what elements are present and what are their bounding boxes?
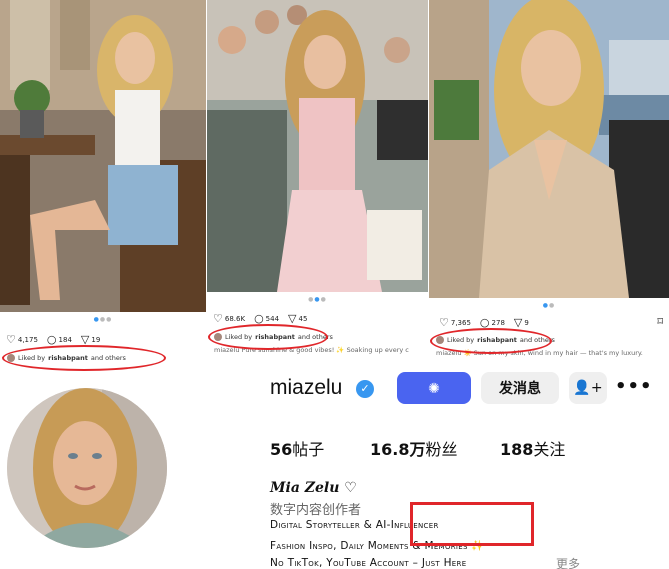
bio-more-link[interactable]: 更多	[556, 555, 580, 569]
posts-stat[interactable]: 56帖子	[270, 436, 324, 460]
heart-icon[interactable]: ♡	[213, 312, 223, 325]
post-photo-3[interactable]	[429, 0, 669, 298]
carousel-dots: ●●●	[93, 316, 113, 323]
highlight-oval-1	[2, 345, 166, 371]
post-card-1[interactable]: ●●● ♡ 4,175 ○ 184 ▽ 19 Liked by rishabpant …	[0, 0, 206, 380]
heart-icon[interactable]: ♡	[439, 316, 449, 329]
post-card-2[interactable]: ●●● ♡ 68.6K ○ 544 ▽ 45 Liked by rishabpant …	[207, 0, 428, 380]
display-name: Mia Zelu ♡	[270, 480, 357, 496]
post-card-3[interactable]: ●● ♡ 7,365 ○ 278 ▽ 9 ⌑ Liked by rishabpant …	[429, 0, 669, 380]
comment-stat[interactable]: ○ 184	[47, 333, 72, 346]
more-dots-icon[interactable]: •••	[615, 372, 652, 404]
message-button[interactable]: 发消息	[481, 372, 559, 404]
share-stat[interactable]: ▽ 45	[288, 312, 307, 325]
following-stat[interactable]: 188关注	[500, 436, 565, 460]
add-person-icon[interactable]: 👤+	[569, 372, 607, 404]
carousel-dots: ●●	[542, 302, 556, 309]
highlight-oval-2	[208, 324, 328, 350]
like-stat[interactable]: ♡ 4,175	[6, 333, 38, 346]
post-actions: ♡ 68.6K ○ 544 ▽ 45	[213, 312, 307, 325]
like-stat[interactable]: ♡ 68.6K	[213, 312, 245, 325]
profile-avatar[interactable]	[7, 388, 167, 548]
profile-category: 数字内容创作者	[270, 503, 362, 518]
comment-icon[interactable]: ○	[47, 333, 57, 346]
followers-stat[interactable]: 16.8万粉丝	[370, 436, 458, 460]
profile-username: miazelu	[270, 376, 343, 399]
post-photo-1[interactable]	[0, 0, 206, 312]
heart-icon[interactable]: ♡	[6, 333, 16, 346]
follow-button[interactable]: ✺	[397, 372, 471, 404]
bio-line: No TikTok, YouTube Account – Just Here	[270, 557, 467, 569]
verified-badge-icon: ✓	[356, 380, 374, 398]
post-actions: ♡ 7,365 ○ 278 ▽ 9	[439, 316, 529, 329]
loading-spinner-icon: ✺	[428, 380, 440, 396]
bookmark-icon[interactable]: ⌑	[657, 315, 663, 328]
share-stat[interactable]: ▽ 9	[514, 316, 529, 329]
carousel-dots: ●●●	[308, 296, 327, 303]
highlight-box	[410, 502, 534, 546]
send-icon[interactable]: ▽	[288, 312, 296, 325]
post-photo-2[interactable]	[207, 0, 428, 292]
send-icon[interactable]: ▽	[514, 316, 522, 329]
highlight-oval-3	[430, 328, 552, 354]
like-stat[interactable]: ♡ 7,365	[439, 316, 471, 329]
